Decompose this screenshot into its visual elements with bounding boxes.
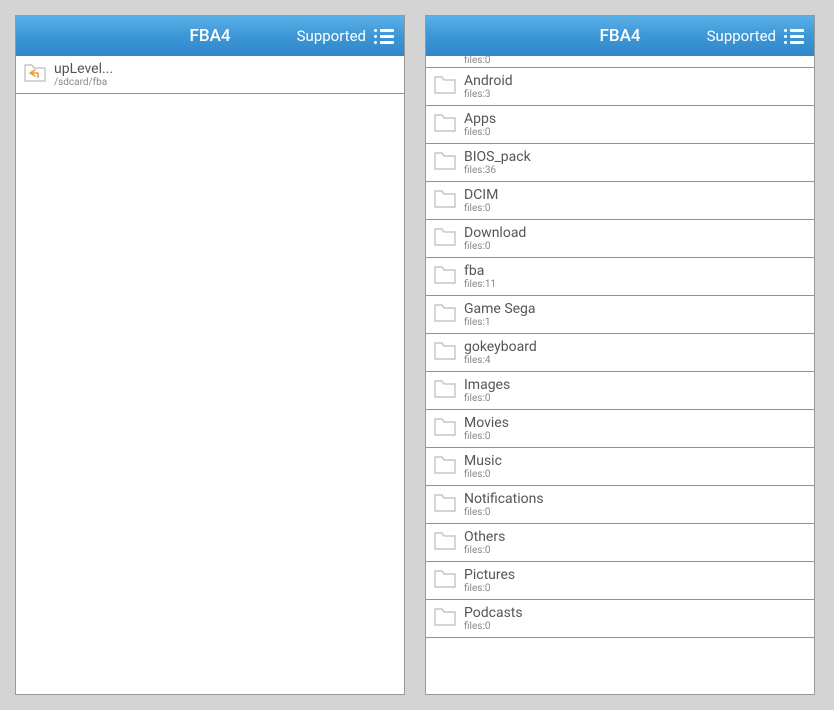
item-name: DCIM: [464, 187, 498, 203]
list-item[interactable]: gokeyboardfiles:4: [426, 334, 814, 372]
item-files-count: files:0: [464, 583, 515, 595]
list-item[interactable]: Othersfiles:0: [426, 524, 814, 562]
item-name: Pictures: [464, 567, 515, 583]
menu-list-icon[interactable]: [374, 29, 394, 44]
item-files-count: files:4: [464, 355, 537, 367]
folder-icon: [434, 532, 456, 554]
file-list[interactable]: files:0 Androidfiles:3Appsfiles:0BIOS_pa…: [426, 56, 814, 694]
item-files-count: files:0: [464, 393, 510, 405]
folder-icon: [434, 152, 456, 174]
folder-icon: [434, 570, 456, 592]
list-item[interactable]: Game Segafiles:1: [426, 296, 814, 334]
app-title: FBA4: [189, 26, 230, 46]
folder-icon: [434, 114, 456, 136]
list-item[interactable]: Moviesfiles:0: [426, 410, 814, 448]
folder-icon: [434, 494, 456, 516]
list-item[interactable]: Downloadfiles:0: [426, 220, 814, 258]
header-actions: Supported: [297, 27, 394, 45]
app-title: FBA4: [599, 26, 640, 46]
list-item-up[interactable]: upLevel... /sdcard/fba: [16, 56, 404, 94]
folder-icon: [434, 608, 456, 630]
item-files-count: files:0: [464, 507, 544, 519]
folder-icon: [434, 380, 456, 402]
list-item[interactable]: Picturesfiles:0: [426, 562, 814, 600]
item-files-count: files:0: [464, 621, 523, 633]
item-files-count: files:36: [464, 165, 531, 177]
item-name: Movies: [464, 415, 509, 431]
list-item[interactable]: Podcastsfiles:0: [426, 600, 814, 638]
item-files-count: files:11: [464, 279, 496, 291]
supported-button[interactable]: Supported: [707, 27, 776, 45]
item-name: Images: [464, 377, 510, 393]
file-list: upLevel... /sdcard/fba: [16, 56, 404, 694]
list-item[interactable]: fbafiles:11: [426, 258, 814, 296]
folder-icon: [434, 342, 456, 364]
item-name: Notifications: [464, 491, 544, 507]
item-files-count: files:0: [464, 545, 505, 557]
item-files-count: files:0: [464, 203, 498, 215]
list-item[interactable]: Androidfiles:3: [426, 68, 814, 106]
item-files-count: files:3: [464, 89, 513, 101]
item-files-count: files:0: [464, 241, 526, 253]
list-item[interactable]: Musicfiles:0: [426, 448, 814, 486]
menu-list-icon[interactable]: [784, 29, 804, 44]
item-path: /sdcard/fba: [54, 77, 113, 89]
screen-left: FBA4 Supported upLevel... /sdcard/fba: [15, 15, 405, 695]
list-item[interactable]: Appsfiles:0: [426, 106, 814, 144]
item-name: Game Sega: [464, 301, 536, 317]
folder-icon: [434, 190, 456, 212]
header-actions: Supported: [707, 27, 804, 45]
folder-icon: [434, 228, 456, 250]
folder-icon: [434, 418, 456, 440]
list-item[interactable]: Imagesfiles:0: [426, 372, 814, 410]
item-name: Apps: [464, 111, 496, 127]
app-header: FBA4 Supported: [16, 16, 404, 56]
item-name: Download: [464, 225, 526, 241]
app-header: FBA4 Supported: [426, 16, 814, 56]
item-files-count: files:1: [464, 317, 536, 329]
supported-button[interactable]: Supported: [297, 27, 366, 45]
item-name: fba: [464, 263, 496, 279]
item-files-count: files:0: [464, 56, 490, 66]
up-folder-icon: [24, 64, 46, 86]
list-item[interactable]: BIOS_packfiles:36: [426, 144, 814, 182]
list-item-partial[interactable]: files:0: [426, 56, 814, 68]
item-name: Podcasts: [464, 605, 523, 621]
list-item[interactable]: DCIMfiles:0: [426, 182, 814, 220]
item-name: Android: [464, 73, 513, 89]
screen-right: FBA4 Supported files:0 Androidfiles:3App…: [425, 15, 815, 695]
item-files-count: files:0: [464, 431, 509, 443]
folder-icon: [434, 266, 456, 288]
item-files-count: files:0: [464, 127, 496, 139]
list-item[interactable]: Notificationsfiles:0: [426, 486, 814, 524]
folder-icon: [434, 304, 456, 326]
folder-icon: [434, 456, 456, 478]
item-files-count: files:0: [464, 469, 502, 481]
item-name: Others: [464, 529, 505, 545]
item-name: gokeyboard: [464, 339, 537, 355]
item-name: upLevel...: [54, 61, 113, 77]
item-name: BIOS_pack: [464, 149, 531, 165]
folder-icon: [434, 76, 456, 98]
item-name: Music: [464, 453, 502, 469]
